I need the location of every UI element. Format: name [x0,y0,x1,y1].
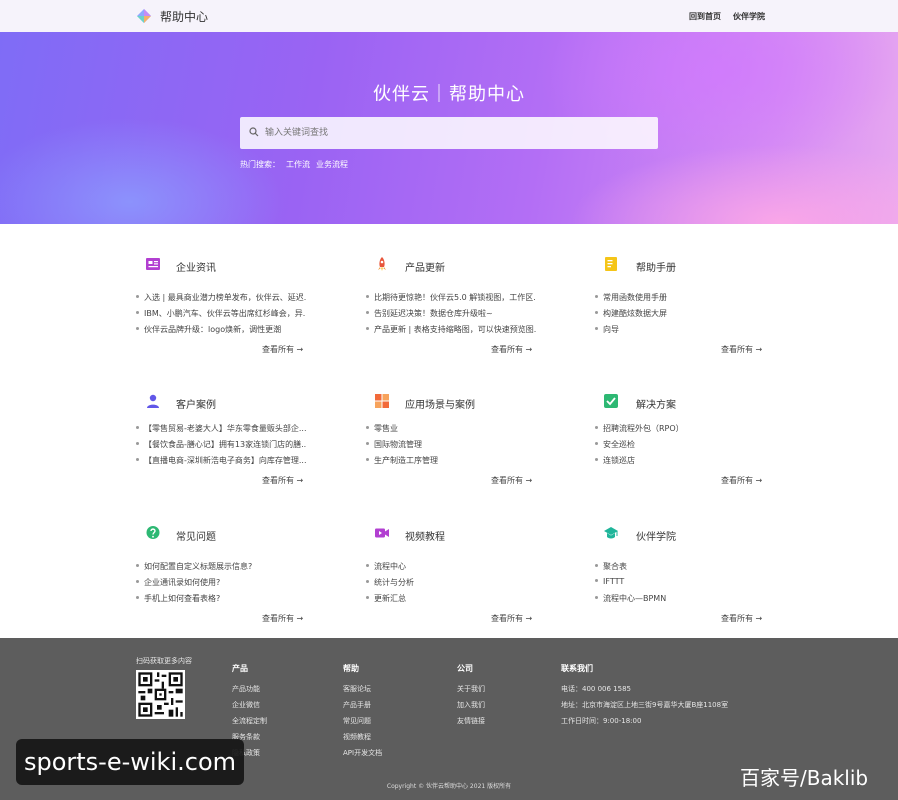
list-item[interactable]: 招聘流程外包（RPO） [595,423,765,434]
list-item[interactable]: 安全巡检 [595,439,765,450]
list-item[interactable]: 生产制造工序管理 [366,455,536,466]
footer-heading-contact: 联系我们 [561,664,593,673]
list-item[interactable]: 【餐饮食品-膳心记】拥有13家连锁门店的膳... [136,439,306,450]
question-icon [146,526,160,539]
hot-search: 热门搜索： 工作流 业务流程 [240,159,354,170]
card-title-product-updates[interactable]: 产品更新 [405,259,445,274]
check-icon [604,394,618,408]
qr-label: 扫码获取更多内容 [136,657,192,665]
footer-heading-company: 公司 [457,664,473,673]
contact-address: 地址：北京市海淀区上地三街9号嘉华大厦B座1108室 [561,701,729,709]
footer-link[interactable]: 产品功能 [232,684,260,694]
footer-link[interactable]: 视频教程 [343,732,371,742]
card-title-help-manual[interactable]: 帮助手册 [636,259,676,274]
user-icon [147,394,159,408]
card-title-faq[interactable]: 常见问题 [176,528,216,543]
search-input[interactable] [265,123,645,143]
manual-icon [605,257,617,271]
list-item[interactable]: 常用函数使用手册 [595,292,765,303]
view-all-link[interactable]: 查看所有 → [721,613,762,624]
footer-link[interactable]: 加入我们 [457,700,485,710]
list-item[interactable]: 统计与分析 [366,577,536,588]
brand-title[interactable]: 帮助中心 [160,8,208,25]
nav-link-academy[interactable]: 伙伴学院 [733,11,765,22]
hot-search-label: 热门搜索： [240,160,280,169]
list-item[interactable]: 聚合表 [595,561,765,572]
list-item[interactable]: 流程中心—BPMN [595,593,765,604]
list-item[interactable]: 如何配置自定义标题展示信息? [136,561,306,572]
top-navigation-bar: 帮助中心 回到首页 伙伴学院 [0,0,898,32]
news-icon [146,258,160,270]
footer-link[interactable]: 关于我们 [457,684,485,694]
list-item[interactable]: IBM、小鹏汽车、伙伴云等出席红杉峰会，异... [136,308,306,319]
card-title-scenarios[interactable]: 应用场景与案例 [405,396,475,411]
video-icon [375,528,389,538]
list-item[interactable]: IFTTT [595,577,765,586]
list-item[interactable]: 零售业 [366,423,536,434]
list-item[interactable]: 手机上如何查看表格? [136,593,306,604]
card-title-enterprise-news[interactable]: 企业资讯 [176,259,216,274]
view-all-link[interactable]: 查看所有 → [262,613,303,624]
watermark-right: 百家号/Baklib [740,766,869,790]
list-item[interactable]: 连锁巡店 [595,455,765,466]
contact-phone: 电话：400 006 1585 [561,685,631,693]
list-item[interactable]: 更新汇总 [366,593,536,604]
view-all-link[interactable]: 查看所有 → [721,344,762,355]
footer-link[interactable]: 友情链接 [457,716,485,726]
footer-link[interactable]: 客服论坛 [343,684,371,694]
logo-icon[interactable] [136,8,152,24]
list-item[interactable]: 流程中心 [366,561,536,572]
footer-link[interactable]: API开发文档 [343,748,382,758]
list-item[interactable]: 企业通讯录如何使用? [136,577,306,588]
rocket-icon [378,257,386,271]
hot-search-item-workflow[interactable]: 工作流 [286,160,310,169]
view-all-link[interactable]: 查看所有 → [721,475,762,486]
list-item[interactable]: 【直播电商-深圳新浩电子商务】向库存管理... [136,455,306,466]
qr-code-icon [136,670,185,719]
list-item[interactable]: 伙伴云品牌升级：logo焕新，调性更潮 [136,324,306,335]
hot-search-item-business-process[interactable]: 业务流程 [316,160,348,169]
view-all-link[interactable]: 查看所有 → [491,475,532,486]
view-all-link[interactable]: 查看所有 → [262,475,303,486]
list-item[interactable]: 构建酷炫数据大屏 [595,308,765,319]
list-item[interactable]: 产品更新 | 表格支持缩略图，可以快速预览图... [366,324,536,335]
view-all-link[interactable]: 查看所有 → [491,613,532,624]
footer-link[interactable]: 产品手册 [343,700,371,710]
watermark-left: sports-e-wiki.com [16,739,244,785]
footer-link[interactable]: 企业微信 [232,700,260,710]
card-title-video-tutorials[interactable]: 视频教程 [405,528,445,543]
footer-heading-help: 帮助 [343,664,359,673]
contact-hours: 工作日时间：9:00-18:00 [561,717,642,725]
footer-link[interactable]: 全流程定制 [232,716,267,726]
hero-title: 伙伴云｜帮助中心 [373,84,525,105]
view-all-link[interactable]: 查看所有 → [491,344,532,355]
nav-link-home[interactable]: 回到首页 [689,11,721,22]
footer-heading-product: 产品 [232,664,248,673]
list-item[interactable]: 国际物流管理 [366,439,536,450]
card-title-customer-cases[interactable]: 客户案例 [176,396,216,411]
card-title-partner-academy[interactable]: 伙伴学院 [636,528,676,543]
graduation-cap-icon [604,527,618,539]
list-item[interactable]: 【零售贸易-老婆大人】华东零食量贩头部企... [136,423,306,434]
search-icon[interactable] [249,127,259,137]
list-item[interactable]: 向导 [595,324,765,335]
list-item[interactable]: 比期待更惊艳！伙伴云5.0 解锁视图，工作区... [366,292,536,303]
view-all-link[interactable]: 查看所有 → [262,344,303,355]
list-item[interactable]: 入选 | 最具商业潜力榜单发布，伙伴云、延迟... [136,292,306,303]
footer-link[interactable]: 常见问题 [343,716,371,726]
grid-icon [375,394,389,408]
list-item[interactable]: 告别延迟决策！数据仓库升级啦~ [366,308,536,319]
card-title-solutions[interactable]: 解决方案 [636,396,676,411]
